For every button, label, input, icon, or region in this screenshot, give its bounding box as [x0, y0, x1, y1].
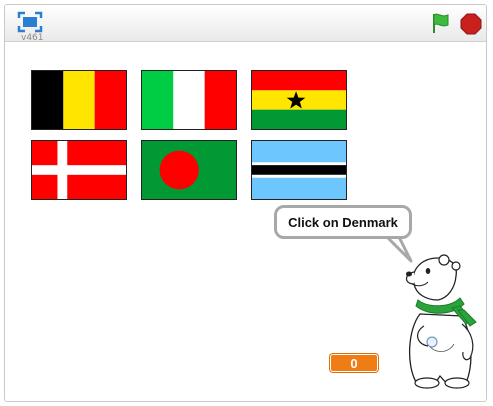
fullscreen-icon	[17, 11, 43, 33]
fullscreen-button[interactable]	[17, 11, 43, 33]
score-counter: 0	[330, 354, 378, 372]
flag-belgium[interactable]	[31, 70, 127, 130]
flag-denmark[interactable]	[31, 140, 127, 200]
green-flag-icon	[433, 13, 449, 33]
polar-bear-sprite	[405, 254, 477, 389]
stop-sign-icon	[460, 13, 482, 35]
flag-bangladesh[interactable]	[141, 140, 237, 200]
stage-canvas: Click on Denmark 0	[5, 42, 486, 401]
flag-botswana[interactable]	[251, 140, 347, 200]
stop-button[interactable]	[460, 13, 482, 35]
project-player: v461 Click on Denmark 0	[4, 4, 487, 402]
green-flag-button[interactable]	[430, 12, 452, 34]
player-controls-bar: v461	[5, 5, 486, 43]
flag-italy[interactable]	[141, 70, 237, 130]
speech-bubble: Click on Denmark	[274, 205, 412, 239]
flag-ghana[interactable]	[251, 70, 347, 130]
